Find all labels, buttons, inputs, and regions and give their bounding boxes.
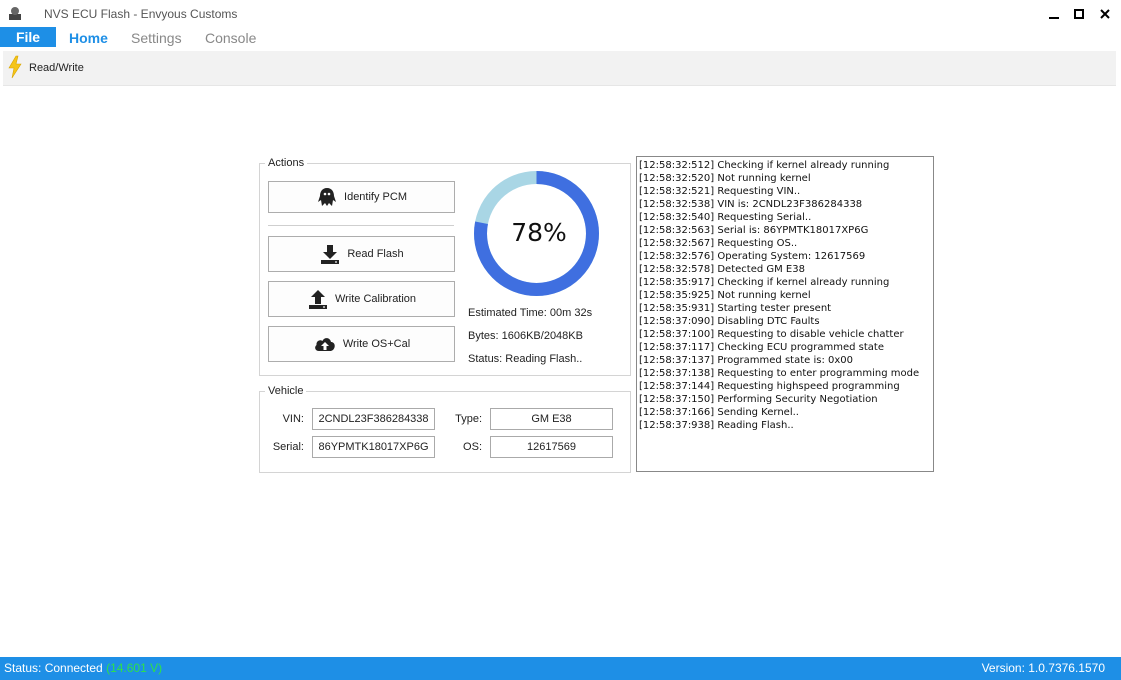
maximize-icon (1074, 9, 1084, 19)
log-line: [12:58:32:567] Requesting OS.. (639, 238, 798, 249)
status-bar: Status: Connected (14.601 V) Version: 1.… (0, 657, 1121, 680)
serial-label: Serial: (272, 441, 304, 453)
cloud-upload-icon (314, 338, 335, 351)
window-title: NVS ECU Flash - Envyous Customs (44, 7, 238, 21)
write-calibration-label: Write Calibration (334, 293, 417, 305)
voltage-reading: (14.601 V) (106, 661, 163, 675)
tab-console[interactable]: Console (205, 30, 256, 46)
tab-settings[interactable]: Settings (131, 30, 182, 46)
log-line: [12:58:35:931] Starting tester present (639, 303, 832, 314)
progress-ring: 78% (474, 171, 599, 296)
type-field[interactable]: GM E38 (490, 408, 613, 430)
log-line: [12:58:37:138] Requesting to enter progr… (639, 368, 920, 379)
vehicle-group (259, 391, 631, 473)
log-line: [12:58:32:540] Requesting Serial.. (639, 212, 812, 223)
log-line: [12:58:35:925] Not running kernel (639, 290, 811, 301)
ribbon-toolbar (3, 51, 1116, 86)
connection-status-label: Status: Connected (4, 661, 103, 675)
log-line: [12:58:37:137] Programmed state is: 0x00 (639, 355, 854, 366)
log-line: [12:58:37:938] Reading Flash.. (639, 420, 794, 431)
flash-status: Status: Reading Flash.. (468, 353, 583, 365)
minimize-icon (1049, 17, 1059, 19)
tab-home[interactable]: Home (69, 30, 108, 46)
identify-pcm-label: Identify PCM (344, 191, 407, 203)
maximize-button[interactable] (1069, 4, 1089, 24)
lightning-icon[interactable] (7, 55, 23, 79)
os-label: OS: (463, 441, 482, 453)
vin-label: VIN: (282, 413, 304, 425)
log-list: [12:58:32:512] Checking if kernel alread… (637, 157, 933, 432)
connection-status: Status: Connected (14.601 V) (4, 661, 162, 675)
vehicle-group-title: Vehicle (265, 385, 307, 397)
progress-percent: 78% (511, 218, 567, 247)
log-line: [12:58:35:917] Checking if kernel alread… (639, 277, 890, 288)
log-line: [12:58:32:521] Requesting VIN.. (639, 186, 801, 197)
log-line: [12:58:37:090] Disabling DTC Faults (639, 316, 820, 327)
log-line: [12:58:32:578] Detected GM E38 (639, 264, 805, 275)
write-os-cal-label: Write OS+Cal (342, 338, 411, 350)
log-line: [12:58:37:150] Performing Security Negot… (639, 394, 878, 405)
write-os-cal-button[interactable]: Write OS+Cal (268, 326, 455, 362)
vin-field[interactable]: 2CNDL23F386284338 (312, 408, 435, 430)
read-write-button[interactable]: Read/Write (29, 62, 84, 74)
type-label: Type: (455, 413, 482, 425)
actions-group-title: Actions (265, 157, 308, 169)
read-flash-button[interactable]: Read Flash (268, 236, 455, 272)
actions-divider (268, 225, 454, 226)
os-field[interactable]: 12617569 (490, 436, 613, 458)
log-line: [12:58:32:538] VIN is: 2CNDL23F386284338 (639, 199, 863, 210)
log-line: [12:58:32:563] Serial is: 86YPMTK18017XP… (639, 225, 869, 236)
log-line: [12:58:37:144] Requesting highspeed prog… (639, 381, 900, 392)
close-icon (1100, 9, 1110, 19)
log-line: [12:58:32:512] Checking if kernel alread… (639, 160, 890, 171)
estimated-time: Estimated Time: 00m 32s (468, 307, 593, 319)
upload-icon (308, 290, 327, 309)
minimize-button[interactable] (1044, 4, 1064, 24)
bytes-progress: Bytes: 1606KB/2048KB (468, 330, 583, 342)
log-line: [12:58:37:117] Checking ECU programmed s… (639, 342, 884, 353)
log-panel[interactable]: [12:58:32:512] Checking if kernel alread… (636, 156, 934, 472)
close-button[interactable] (1095, 4, 1115, 24)
download-icon (321, 245, 340, 264)
file-tab[interactable]: File (0, 27, 56, 47)
write-calibration-button[interactable]: Write Calibration (268, 281, 455, 317)
app-icon (9, 7, 21, 20)
log-line: [12:58:32:576] Operating System: 1261756… (639, 251, 866, 262)
identify-pcm-button[interactable]: Identify PCM (268, 181, 455, 213)
version-label: Version: 1.0.7376.1570 (981, 661, 1105, 675)
ghost-icon (318, 188, 337, 206)
log-line: [12:58:37:100] Requesting to disable veh… (639, 329, 904, 340)
read-flash-label: Read Flash (347, 248, 404, 260)
log-line: [12:58:37:166] Sending Kernel.. (639, 407, 799, 418)
serial-field[interactable]: 86YPMTK18017XP6G (312, 436, 435, 458)
log-line: [12:58:32:520] Not running kernel (639, 173, 811, 184)
